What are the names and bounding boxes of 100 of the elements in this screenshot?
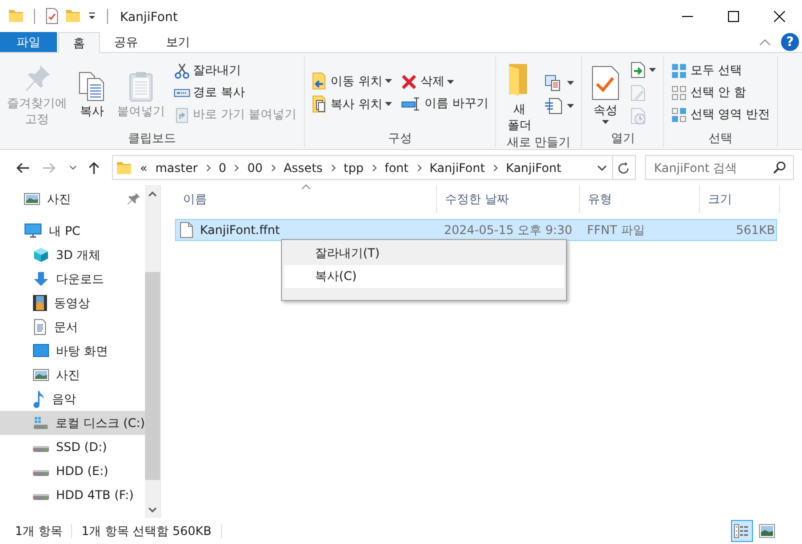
nav-item[interactable]: HDD (E:) [0, 459, 145, 483]
address-bar[interactable]: « master 0 00 Assets tpp font KanjiFont KanjiFont [112, 155, 636, 180]
checked-page-icon [45, 8, 59, 24]
menu-item[interactable]: 잘라내기(T) [284, 242, 564, 265]
ribbon-tab[interactable]: 홈 [58, 32, 100, 53]
breadcrumb[interactable]: KanjiFont [506, 160, 562, 174]
collapse-ribbon-button[interactable] [759, 38, 771, 46]
chevron-right-icon [330, 164, 336, 172]
ribbon-button[interactable]: 복사 [73, 66, 111, 120]
ribbon-button[interactable]: 삭제 [398, 72, 492, 91]
ribbon-tab[interactable]: 보기 [152, 32, 204, 52]
grid-outline-icon [671, 84, 688, 100]
breadcrumb[interactable]: 00 [247, 160, 263, 174]
chevron-up-icon [759, 38, 771, 46]
overflow-chevrons[interactable]: « [140, 160, 148, 174]
nav-item[interactable]: HDD 4TB (F:) [0, 483, 145, 507]
film-icon [33, 295, 47, 311]
ribbon-button[interactable]: 속성 [586, 60, 624, 124]
folder-pages-icon [312, 95, 328, 113]
cube-icon [33, 247, 49, 263]
nav-item[interactable]: 다운로드 [0, 267, 145, 291]
checked-page-icon [589, 64, 622, 101]
chevron-up-icon [148, 190, 157, 196]
ribbon-button[interactable]: 복사 위치 [308, 94, 396, 114]
nav-item[interactable]: 로컬 디스크 (C:) [0, 411, 145, 435]
chevron-right-icon [270, 164, 276, 172]
scrollbar-thumb[interactable] [145, 272, 160, 480]
nav-item[interactable]: 사진 [0, 363, 145, 387]
drive-icon [33, 494, 49, 500]
up-arrow-icon [88, 160, 100, 174]
breadcrumb[interactable]: tpp [344, 160, 364, 174]
size-cell-text: 561KB [734, 222, 776, 239]
search-field[interactable]: KanjiFont 검색 [645, 155, 794, 180]
breadcrumb[interactable]: master [155, 160, 198, 174]
ribbon-button[interactable]: 선택 안 함 [668, 83, 773, 102]
maximize-icon [728, 10, 738, 22]
breadcrumb[interactable]: KanjiFont [430, 160, 485, 174]
column-header[interactable]: 유형 [580, 185, 700, 213]
nav-item[interactable]: 음악 [0, 387, 145, 411]
column-header[interactable]: 이름 [175, 185, 437, 213]
help-button[interactable]: ? [781, 33, 799, 51]
page-lines-icon [544, 97, 564, 116]
nav-item[interactable]: 동영상 [0, 291, 145, 315]
caret-icon [385, 79, 392, 83]
close-icon [774, 10, 784, 22]
ribbon-button[interactable]: 이름 바꾸기 [398, 94, 492, 113]
ribbon-tab[interactable]: 공유 [100, 32, 152, 52]
folder-icon [65, 8, 81, 24]
folder-icon [8, 8, 24, 24]
page-pencil-icon [630, 84, 646, 102]
chevron-right-icon [416, 164, 422, 172]
ribbon-button[interactable]: 이동 위치 [308, 71, 396, 91]
ribbon-button[interactable]: 새 폴더 [500, 56, 538, 134]
grid-half-icon [671, 106, 688, 122]
caret-icon [567, 104, 574, 108]
rename-icon [401, 96, 422, 112]
ribbon-tab[interactable]: 파일 [0, 32, 57, 52]
date-cell-text: 2024-05-15 오후 9:30 [443, 222, 574, 238]
drive-icon [33, 446, 49, 452]
delete-icon [401, 74, 418, 90]
nav-item[interactable]: 문서 [0, 315, 145, 339]
caret-icon [447, 80, 454, 84]
nav-item[interactable]: 사진 [0, 187, 145, 211]
file-icon [180, 222, 193, 238]
caret-icon [567, 81, 574, 86]
nav-item[interactable]: 바탕 화면 [0, 339, 145, 363]
chevron-down-icon [69, 164, 77, 170]
drive-icon [33, 415, 49, 431]
photo-icon [24, 192, 40, 206]
column-header[interactable]: 크기 [700, 185, 780, 213]
file-row[interactable]: KanjiFont.ffnt 2024-05-15 오후 9:30 FFNT 파일 561KB [175, 219, 777, 241]
column-header[interactable]: 수정한 날짜 [437, 185, 580, 213]
computer-icon [24, 223, 42, 239]
breadcrumb[interactable]: font [384, 160, 408, 174]
chevron-down-icon [148, 506, 157, 512]
breadcrumb[interactable]: Assets [284, 160, 323, 174]
nav-item[interactable]: 내 PC [0, 219, 145, 243]
ribbon-button[interactable]: 모두 선택 [668, 61, 773, 80]
folder-icon [116, 160, 132, 176]
monitor-icon [33, 344, 49, 358]
view-button[interactable] [731, 520, 753, 542]
caret-icon [385, 102, 392, 106]
caret-icon [602, 120, 609, 124]
chevron-right-icon [206, 164, 211, 172]
nav-item[interactable]: SSD (D:) [0, 435, 145, 459]
pin-icon [127, 192, 141, 206]
menu-item[interactable]: 복사(C) [284, 265, 564, 288]
nav-item[interactable]: 3D 개체 [0, 243, 145, 267]
ribbon-button[interactable]: 잘라내기 [171, 61, 300, 80]
large-icons-view-icon [759, 524, 775, 538]
selection-info: 1개 항목 선택함 560KB [81, 524, 222, 538]
chevron-right-icon [234, 164, 240, 172]
back-arrow-icon [16, 162, 30, 174]
grid-icon [671, 62, 688, 78]
ribbon-button[interactable]: 경로 복사 [171, 83, 300, 102]
search-icon [773, 161, 786, 174]
breadcrumb[interactable]: 0 [218, 160, 226, 174]
refresh-icon [618, 160, 630, 174]
type-cell-text: FFNT 파일 [586, 222, 646, 238]
ribbon-button[interactable]: 선택 영역 반전 [668, 105, 773, 124]
